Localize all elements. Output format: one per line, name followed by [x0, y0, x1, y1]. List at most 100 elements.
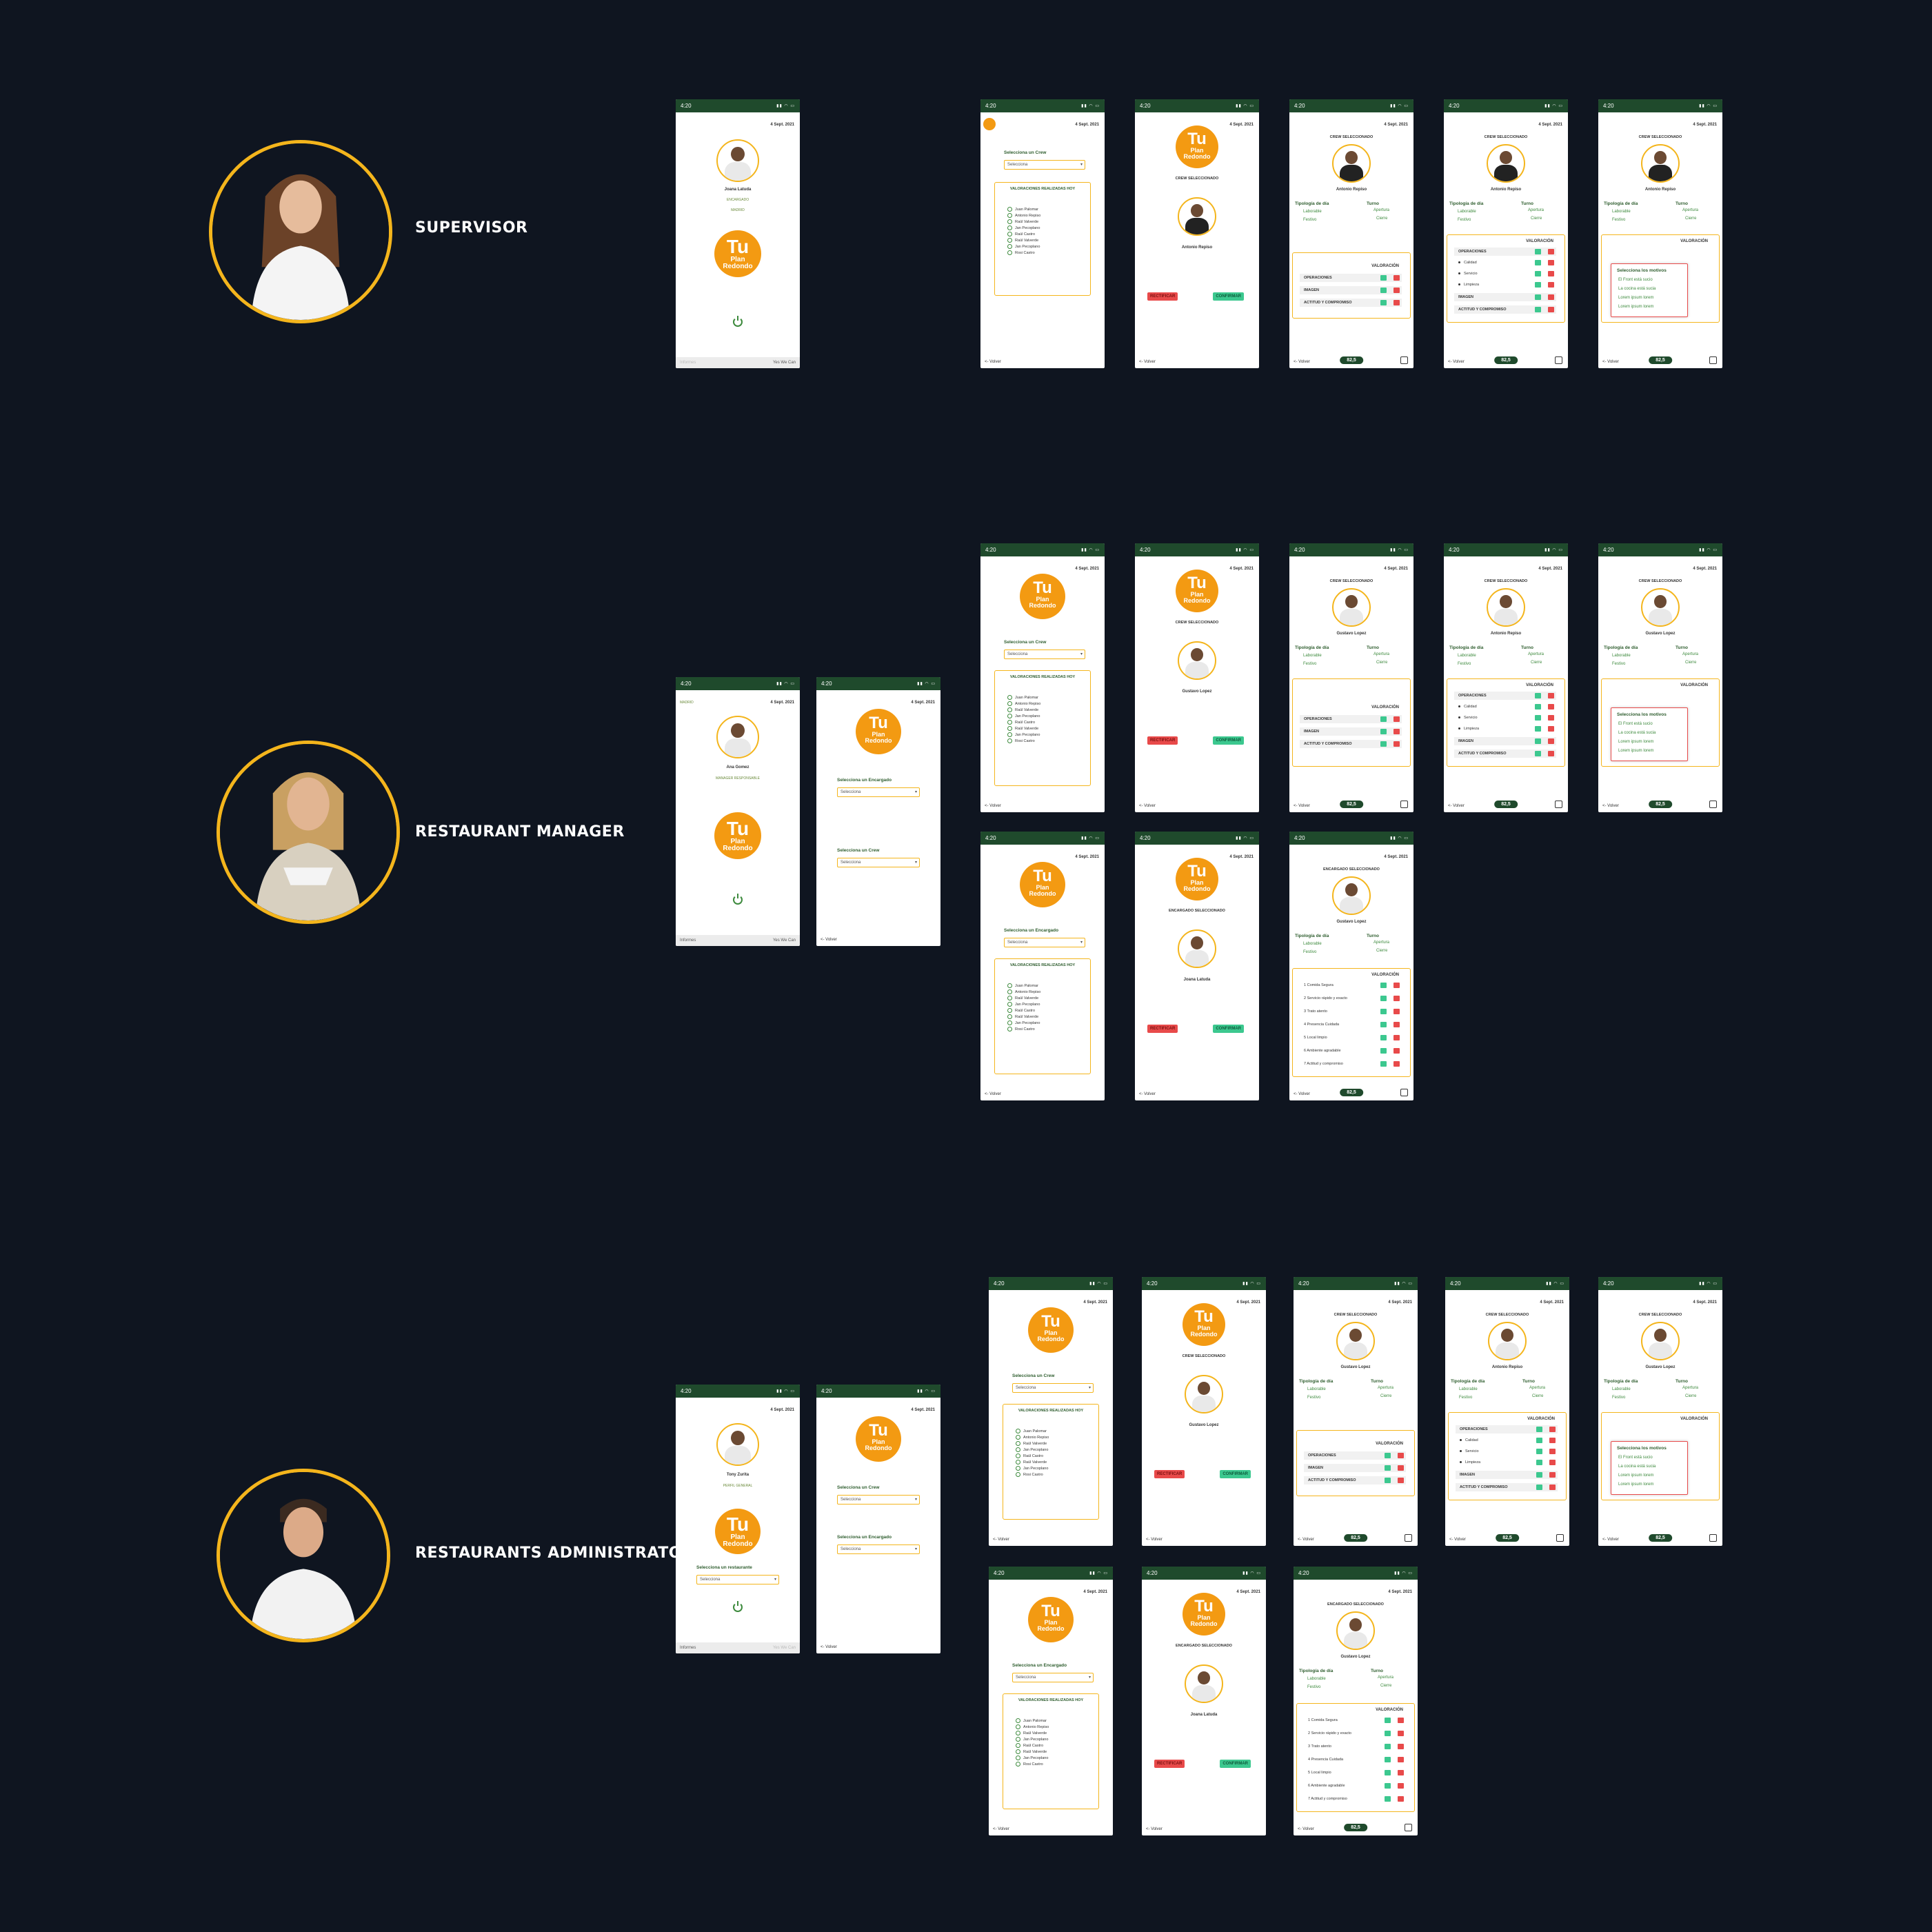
- rectificar-button[interactable]: RECTIFICAR: [1147, 1025, 1178, 1033]
- save-icon[interactable]: [1405, 1824, 1412, 1831]
- valoracion-row[interactable]: OPERACIONES: [1300, 274, 1402, 282]
- valoracion-subrow[interactable]: Limpieza: [1454, 725, 1556, 733]
- back-button[interactable]: <- Volver: [1294, 1092, 1310, 1096]
- encargado-select[interactable]: Selecciona: [1012, 1673, 1094, 1682]
- valoracion-subrow[interactable]: Servicio: [1454, 714, 1556, 722]
- option-apertura[interactable]: Apertura: [1373, 652, 1389, 656]
- reject-toggle[interactable]: [1393, 1009, 1400, 1014]
- valoracion-subrow[interactable]: Calidad: [1454, 703, 1556, 711]
- option-festivo[interactable]: Festivo: [1458, 218, 1471, 222]
- option-apertura[interactable]: Apertura: [1682, 1386, 1698, 1390]
- crew-select[interactable]: Selecciona: [837, 858, 920, 867]
- nav-informes[interactable]: Informes: [680, 1646, 696, 1650]
- valoracion-subrow[interactable]: Servicio: [1456, 1447, 1558, 1456]
- valoracion-subrow[interactable]: Limpieza: [1456, 1458, 1558, 1467]
- approve-toggle[interactable]: [1385, 1796, 1391, 1802]
- save-icon[interactable]: [1555, 356, 1562, 364]
- back-button[interactable]: <- Volver: [1602, 1538, 1619, 1542]
- nav-yes-we-can[interactable]: Yes We Can: [773, 1646, 796, 1650]
- app-logo[interactable]: Tu Plan Redondo: [1176, 125, 1218, 168]
- valoracion-row[interactable]: OPERACIONES: [1454, 248, 1556, 256]
- option-cierre[interactable]: Cierre: [1380, 1684, 1391, 1688]
- option-laborable[interactable]: Laborable: [1459, 1387, 1478, 1391]
- valoracion-row[interactable]: ACTITUD Y COMPROMISO: [1454, 749, 1556, 758]
- back-button[interactable]: <- Volver: [1146, 1538, 1163, 1542]
- motivo-option[interactable]: El Front está sucio: [1618, 722, 1653, 726]
- approve-toggle[interactable]: [1380, 983, 1387, 988]
- logo-icon[interactable]: [983, 118, 996, 130]
- app-logo[interactable]: Tu Plan Redondo: [1020, 574, 1065, 619]
- option-cierre[interactable]: Cierre: [1376, 661, 1387, 665]
- option-festivo[interactable]: Festivo: [1307, 1685, 1320, 1689]
- back-button[interactable]: <- Volver: [1602, 804, 1619, 808]
- save-icon[interactable]: [1709, 1534, 1717, 1542]
- encargado-criterion-row[interactable]: 4 Presencia Cuidada: [1304, 1755, 1406, 1764]
- option-cierre[interactable]: Cierre: [1532, 1394, 1543, 1398]
- option-festivo[interactable]: Festivo: [1612, 218, 1625, 222]
- option-laborable[interactable]: Laborable: [1303, 210, 1322, 214]
- back-button[interactable]: <- Volver: [985, 360, 1001, 364]
- power-icon[interactable]: [733, 1601, 743, 1612]
- motivo-option[interactable]: El Front está sucio: [1618, 1456, 1653, 1460]
- approve-toggle[interactable]: [1385, 1757, 1391, 1762]
- reject-toggle[interactable]: [1398, 1718, 1404, 1723]
- save-icon[interactable]: [1709, 801, 1717, 808]
- back-button[interactable]: <- Volver: [1294, 804, 1310, 808]
- option-festivo[interactable]: Festivo: [1459, 1396, 1472, 1400]
- save-icon[interactable]: [1709, 356, 1717, 364]
- option-festivo[interactable]: Festivo: [1458, 662, 1471, 666]
- option-laborable[interactable]: Laborable: [1458, 654, 1476, 658]
- valoracion-row[interactable]: OPERACIONES: [1304, 1451, 1406, 1460]
- valoracion-row[interactable]: ACTITUD Y COMPROMISO: [1304, 1476, 1406, 1485]
- option-cierre[interactable]: Cierre: [1531, 217, 1542, 221]
- valoracion-subrow[interactable]: Servicio: [1454, 270, 1556, 278]
- option-laborable[interactable]: Laborable: [1303, 654, 1322, 658]
- crew-select[interactable]: Selecciona: [1004, 160, 1085, 170]
- option-laborable[interactable]: Laborable: [1307, 1677, 1326, 1681]
- nav-yes-we-can[interactable]: Yes We Can: [773, 361, 796, 365]
- app-logo[interactable]: Tu Plan Redondo: [714, 230, 761, 277]
- encargado-criterion-row[interactable]: 5 Local limpio: [1300, 1034, 1402, 1042]
- option-cierre[interactable]: Cierre: [1685, 661, 1696, 665]
- encargado-criterion-row[interactable]: 2 Servicio rápido y exacto: [1300, 994, 1402, 1003]
- back-button[interactable]: <- Volver: [1298, 1538, 1314, 1542]
- confirmar-button[interactable]: CONFIRMAR: [1213, 1025, 1244, 1033]
- motivo-option[interactable]: Lorem ipsum lorem: [1618, 296, 1653, 300]
- option-cierre[interactable]: Cierre: [1531, 661, 1542, 665]
- crew-select[interactable]: Selecciona: [837, 1495, 920, 1505]
- back-button[interactable]: <- Volver: [1602, 360, 1619, 364]
- confirmar-button[interactable]: CONFIRMAR: [1220, 1760, 1251, 1768]
- motivo-option[interactable]: Lorem ipsum lorem: [1618, 740, 1653, 744]
- option-apertura[interactable]: Apertura: [1528, 208, 1544, 212]
- valoracion-row[interactable]: OPERACIONES: [1454, 692, 1556, 700]
- encargado-criterion-row[interactable]: 2 Servicio rápido y exacto: [1304, 1729, 1406, 1738]
- reject-toggle[interactable]: [1393, 983, 1400, 988]
- valoracion-row[interactable]: IMAGEN: [1300, 286, 1402, 294]
- valoracion-subrow[interactable]: Calidad: [1456, 1436, 1558, 1445]
- valoracion-subrow[interactable]: Calidad: [1454, 259, 1556, 267]
- valoracion-subrow[interactable]: Limpieza: [1454, 281, 1556, 289]
- nav-yes-we-can[interactable]: Yes We Can: [773, 938, 796, 943]
- reject-toggle[interactable]: [1398, 1770, 1404, 1775]
- valoracion-row[interactable]: ACTITUD Y COMPROMISO: [1300, 740, 1402, 748]
- valoracion-row[interactable]: OPERACIONES: [1456, 1425, 1558, 1433]
- back-button[interactable]: <- Volver: [1139, 804, 1156, 808]
- approve-toggle[interactable]: [1380, 1009, 1387, 1014]
- encargado-criterion-row[interactable]: 1 Comida Segura: [1304, 1716, 1406, 1724]
- app-logo[interactable]: Tu Plan Redondo: [1176, 570, 1218, 612]
- app-logo[interactable]: Tu Plan Redondo: [1028, 1597, 1074, 1642]
- app-logo[interactable]: Tu Plan Redondo: [1183, 1593, 1225, 1636]
- app-logo[interactable]: Tu Plan Redondo: [856, 1416, 901, 1462]
- valoracion-row[interactable]: ACTITUD Y COMPROMISO: [1454, 305, 1556, 314]
- reject-toggle[interactable]: [1393, 1061, 1400, 1067]
- valoracion-row[interactable]: OPERACIONES: [1300, 715, 1402, 723]
- save-icon[interactable]: [1555, 801, 1562, 808]
- option-festivo[interactable]: Festivo: [1612, 662, 1625, 666]
- rectificar-button[interactable]: RECTIFICAR: [1154, 1760, 1185, 1768]
- option-festivo[interactable]: Festivo: [1303, 662, 1316, 666]
- option-apertura[interactable]: Apertura: [1373, 208, 1389, 212]
- option-apertura[interactable]: Apertura: [1373, 940, 1389, 945]
- reject-toggle[interactable]: [1393, 1048, 1400, 1054]
- crew-select[interactable]: Selecciona: [1004, 650, 1085, 659]
- confirmar-button[interactable]: CONFIRMAR: [1213, 292, 1244, 301]
